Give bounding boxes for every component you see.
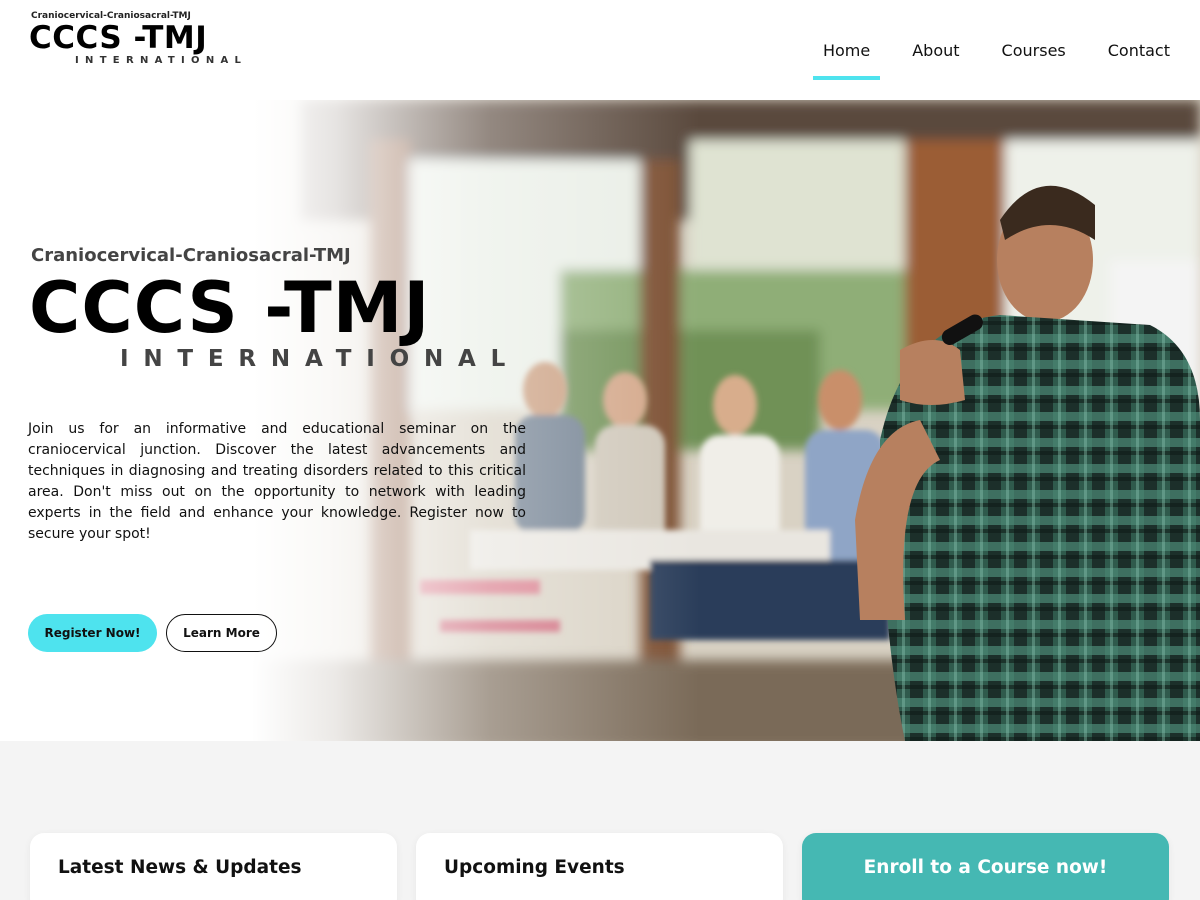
nav-about[interactable]: About xyxy=(912,20,959,80)
events-card-title: Upcoming Events xyxy=(444,857,625,878)
enroll-card-title[interactable]: Enroll to a Course now! xyxy=(802,857,1169,878)
main-nav: Home About Courses Contact xyxy=(781,0,1170,100)
hero-subtitle: Craniocervical-Craniosacral-TMJ xyxy=(31,245,351,266)
nav-courses[interactable]: Courses xyxy=(1002,20,1066,80)
logo-international: INTERNATIONAL xyxy=(75,55,248,66)
enroll-card[interactable]: Enroll to a Course now! xyxy=(802,833,1169,900)
info-section: Latest News & Updates Upcoming Events En… xyxy=(0,741,1200,900)
site-logo[interactable]: Craniocervical-Craniosacral-TMJ CCCS -TM… xyxy=(29,11,241,67)
nav-contact[interactable]: Contact xyxy=(1108,20,1170,80)
news-card-title: Latest News & Updates xyxy=(58,857,302,878)
hero-international: INTERNATIONAL xyxy=(120,346,521,372)
hero-section: Craniocervical-Craniosacral-TMJ CCCS -TM… xyxy=(0,100,1200,741)
nav-home[interactable]: Home xyxy=(812,20,881,80)
events-card: Upcoming Events xyxy=(416,833,783,900)
learn-more-button[interactable]: Learn More xyxy=(166,614,277,652)
logo-title: CCCS -TMJ xyxy=(29,20,208,56)
register-now-button[interactable]: Register Now! xyxy=(28,614,157,652)
news-card: Latest News & Updates xyxy=(30,833,397,900)
hero-title: CCCS -TMJ xyxy=(29,267,431,349)
hero-description: Join us for an informative and education… xyxy=(28,421,526,542)
site-header: Craniocervical-Craniosacral-TMJ CCCS -TM… xyxy=(0,0,1200,100)
